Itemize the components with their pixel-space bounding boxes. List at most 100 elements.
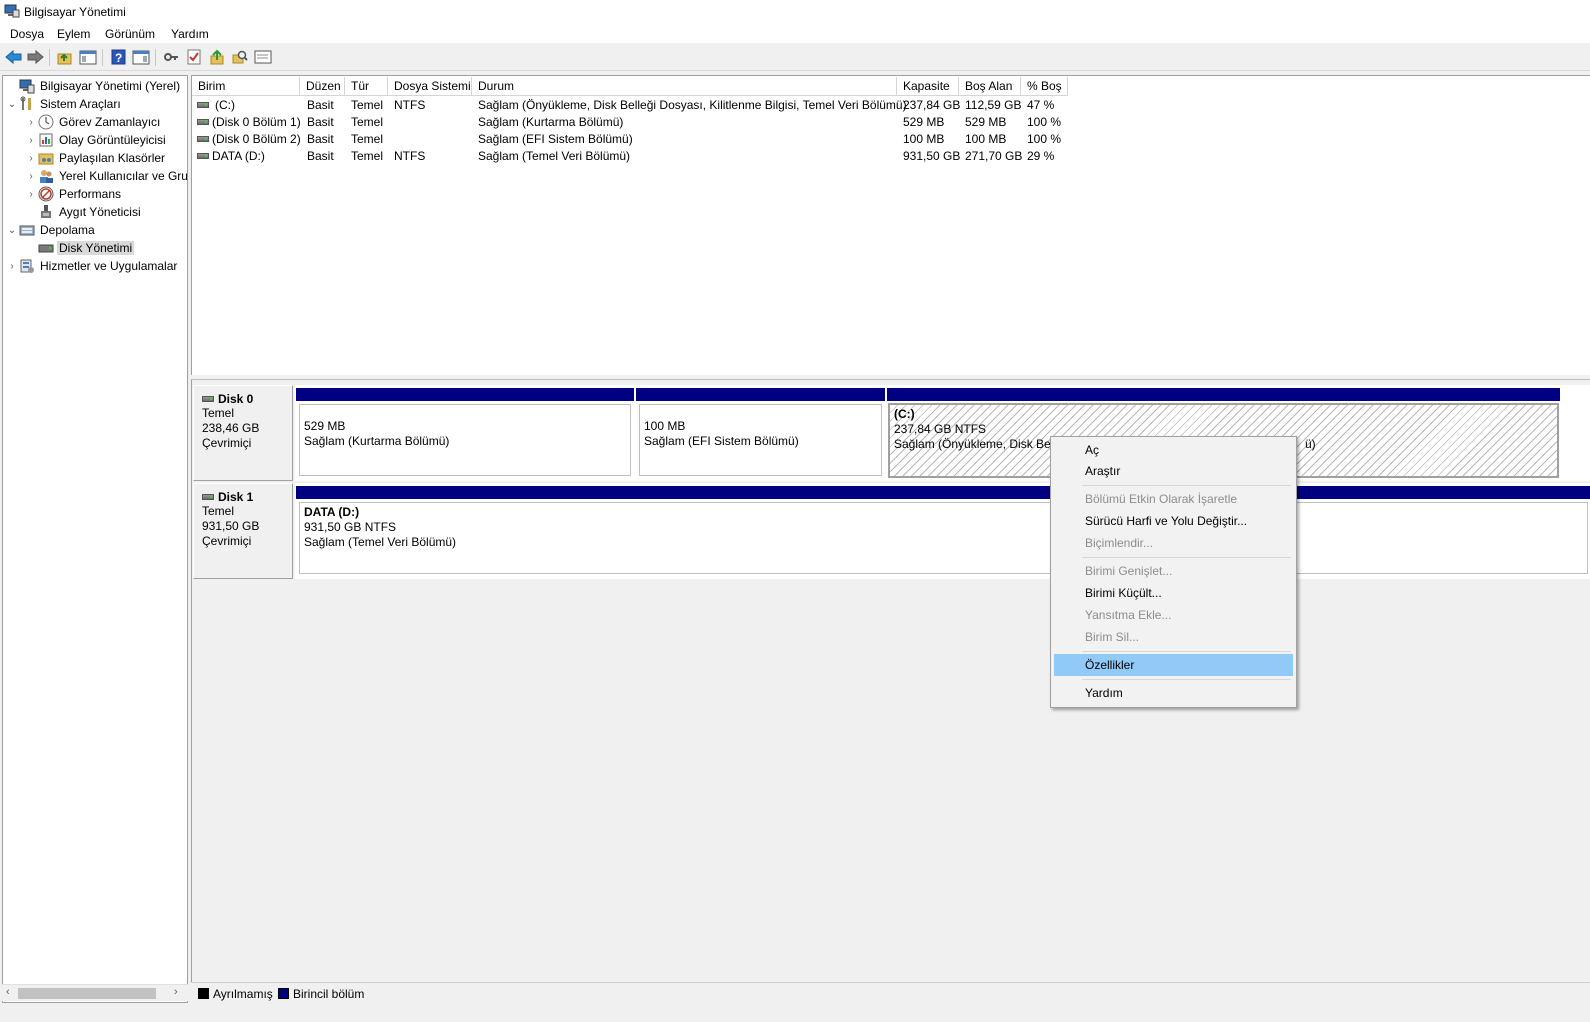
volume-icon: [197, 102, 209, 108]
menu-item-shrink-volume[interactable]: Birimi Küçült...: [1054, 582, 1293, 604]
volume-icon: [197, 119, 209, 125]
cell-volume: (C:): [215, 98, 235, 112]
menu-item-open[interactable]: Aç: [1054, 439, 1293, 461]
partition-status: Sağlam (EFI Sistem Bölümü): [644, 434, 799, 448]
column-header-status[interactable]: Durum: [472, 77, 897, 96]
show-hide-console-tree-button[interactable]: [78, 48, 98, 66]
action-pane-icon: [132, 50, 150, 64]
menu-help[interactable]: Yardım: [171, 27, 209, 41]
check-button[interactable]: [184, 48, 204, 66]
search-button[interactable]: [230, 48, 250, 66]
shared-folder-icon: [38, 153, 54, 165]
cell-percent-free: 29 %: [1027, 149, 1055, 163]
chevron-right-icon[interactable]: ›: [24, 135, 38, 146]
menu-item-extend-volume[interactable]: Birimi Genişlet...: [1054, 560, 1293, 582]
column-header-volume[interactable]: Birim: [192, 77, 300, 96]
console-tree: Bilgisayar Yönetimi (Yerel) ⌄ Sistem Ara…: [2, 75, 188, 1003]
chevron-right-icon[interactable]: ›: [24, 117, 38, 128]
disk-icon: [202, 494, 214, 500]
cell-file-system: NTFS: [394, 98, 426, 112]
table-row[interactable]: (C:) Basit Temel NTFS Sağlam (Önyükleme,…: [192, 97, 1092, 114]
menu-action[interactable]: Eylem: [57, 27, 90, 41]
tree-label: Paylaşılan Klasörler: [59, 151, 166, 165]
cell-layout: Basit: [307, 115, 334, 129]
tree-item-event-viewer[interactable]: › Olay Görüntüleyicisi: [24, 131, 168, 149]
connect-button[interactable]: [161, 48, 181, 66]
menu-item-mark-active[interactable]: Bölümü Etkin Olarak İşaretle: [1054, 488, 1293, 510]
chevron-right-icon[interactable]: ›: [24, 171, 38, 182]
partition-data-d[interactable]: DATA (D:) 931,50 GB NTFS Sağlam (Temel V…: [296, 486, 1590, 577]
forward-button[interactable]: [25, 48, 45, 66]
search-folder-icon: [232, 50, 248, 64]
menu-item-delete-volume[interactable]: Birim Sil...: [1054, 626, 1293, 648]
context-menu: Aç Araştır Bölümü Etkin Olarak İşaretle …: [1050, 436, 1297, 708]
chevron-down-icon[interactable]: ⌄: [5, 99, 19, 110]
menu-item-add-mirror[interactable]: Yansıtma Ekle...: [1054, 604, 1293, 626]
chevron-right-icon[interactable]: ›: [5, 261, 19, 272]
upload-button[interactable]: [207, 48, 227, 66]
disk-status: Çevrimiçi: [202, 534, 252, 548]
checklist-icon: [187, 49, 201, 65]
tools-icon: [20, 96, 31, 110]
back-button[interactable]: [3, 48, 23, 66]
computer-management-icon: [4, 4, 20, 18]
tree-item-device-manager[interactable]: Aygıt Yöneticisi: [24, 203, 143, 221]
clock-icon: [38, 114, 54, 130]
device-manager-icon: [41, 205, 51, 218]
volume-list: Birim Düzen Tür Dosya Sistemi Durum Kapa…: [191, 75, 1590, 375]
cell-layout: Basit: [307, 149, 334, 163]
disk-0-label[interactable]: Disk 0 Temel 238,46 GB Çevrimiçi: [193, 385, 293, 481]
table-row[interactable]: DATA (D:) Basit Temel NTFS Sağlam (Temel…: [192, 148, 1092, 165]
disk-1-label[interactable]: Disk 1 Temel 931,50 GB Çevrimiçi: [193, 483, 293, 579]
tree-item-disk-management[interactable]: Disk Yönetimi: [24, 239, 135, 257]
menu-item-explore[interactable]: Araştır: [1054, 460, 1293, 482]
tree-item-local-users[interactable]: › Yerel Kullanıcılar ve Gru: [24, 167, 187, 185]
cell-free-space: 271,70 GB: [965, 149, 1023, 163]
chevron-right-icon[interactable]: ›: [24, 153, 38, 164]
menu-item-format[interactable]: Biçimlendir...: [1054, 532, 1293, 554]
tree-item-root[interactable]: Bilgisayar Yönetimi (Yerel): [5, 77, 182, 95]
column-header-percent-free[interactable]: % Boş: [1021, 77, 1068, 96]
column-header-file-system[interactable]: Dosya Sistemi: [388, 77, 472, 96]
cell-status: Sağlam (EFI Sistem Bölümü): [478, 132, 633, 146]
cell-layout: Basit: [307, 132, 334, 146]
tree-item-shared-folders[interactable]: › Paylaşılan Klasörler: [24, 149, 167, 167]
up-folder-button[interactable]: [55, 48, 75, 66]
menu-view[interactable]: Görünüm: [105, 27, 155, 41]
tree-item-performance[interactable]: › Performans: [24, 185, 123, 203]
menu-file[interactable]: Dosya: [10, 27, 44, 41]
partition-efi[interactable]: 100 MB Sağlam (EFI Sistem Bölümü): [636, 388, 885, 479]
chevron-down-icon[interactable]: ⌄: [5, 225, 19, 236]
tree-item-task-scheduler[interactable]: › Görev Zamanlayıcı: [24, 113, 162, 131]
table-row[interactable]: (Disk 0 Bölüm 2) Basit Temel Sağlam (EFI…: [192, 131, 1092, 148]
menu-item-help[interactable]: Yardım: [1054, 682, 1293, 704]
unallocated-swatch: [198, 988, 209, 999]
scroll-left-icon[interactable]: ‹: [6, 986, 10, 998]
column-header-free-space[interactable]: Boş Alan: [959, 77, 1021, 96]
cell-free-space: 112,59 GB: [965, 98, 1022, 112]
help-button[interactable]: ?: [108, 48, 128, 66]
help-icon: ?: [111, 49, 125, 65]
menu-item-properties[interactable]: Özellikler: [1054, 654, 1293, 676]
tree-horizontal-scrollbar[interactable]: ‹ ›: [2, 984, 188, 1001]
column-header-capacity[interactable]: Kapasite: [897, 77, 959, 96]
column-header-type[interactable]: Tür: [345, 77, 388, 96]
performance-icon: [38, 186, 54, 202]
properties-toolbar-button[interactable]: [253, 48, 273, 66]
disk-management-icon: [38, 244, 54, 253]
show-hide-action-pane-button[interactable]: [131, 48, 151, 66]
chevron-right-icon[interactable]: ›: [24, 189, 38, 200]
partition-recovery[interactable]: 529 MB Sağlam (Kurtarma Bölümü): [296, 388, 634, 479]
scroll-right-icon[interactable]: ›: [174, 986, 178, 998]
scrollbar-thumb[interactable]: [18, 988, 156, 999]
tree-item-system-tools[interactable]: ⌄ Sistem Araçları: [5, 95, 123, 113]
tree-item-storage[interactable]: ⌄ Depolama: [5, 221, 97, 239]
partition-size: 237,84 GB NTFS: [894, 422, 987, 436]
menu-item-change-drive-letter[interactable]: Sürücü Harfi ve Yolu Değiştir...: [1054, 510, 1293, 532]
disk-name: Disk 0: [218, 392, 254, 406]
table-row[interactable]: (Disk 0 Bölüm 1) Basit Temel Sağlam (Kur…: [192, 114, 1092, 131]
cell-layout: Basit: [307, 98, 334, 112]
disk-size: 238,46 GB: [202, 421, 260, 435]
tree-item-services[interactable]: › Hizmetler ve Uygulamalar: [5, 257, 179, 275]
column-header-layout[interactable]: Düzen: [300, 77, 345, 96]
